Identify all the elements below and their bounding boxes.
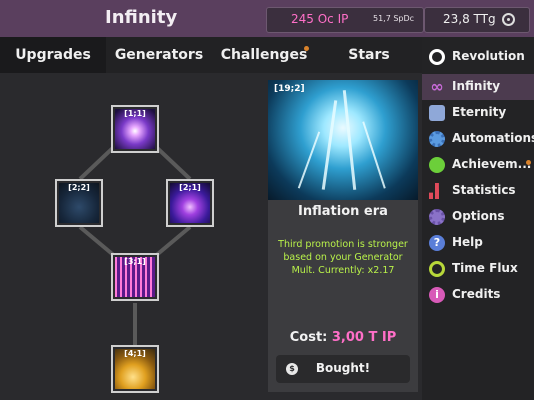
bolt-decor (321, 100, 338, 190)
upgrade-cost: Cost: 3,00 T IP (268, 330, 418, 345)
currency-display-ttg: 23,8 TTg (424, 7, 530, 33)
node-label: [1;1] (124, 109, 146, 118)
node-label: [3;1] (124, 257, 146, 266)
upgrade-node-1-1[interactable]: [1;1] (111, 105, 159, 153)
node-label: [4;1] (124, 349, 146, 358)
question-icon: ? (429, 235, 445, 251)
sidebar-item-infinity[interactable]: ∞ Infinity (422, 74, 534, 100)
upgrade-tree: [1;1] [2;2] [2;1] [3;1] [4;1] (0, 73, 268, 400)
sidebar-item-statistics[interactable]: Statistics (422, 178, 534, 204)
sidebar-item-label: Statistics (452, 183, 516, 197)
sidebar-item-revolution[interactable]: Revolution (422, 44, 534, 70)
cost-label: Cost: (289, 330, 328, 345)
sidebar-item-label: Options (452, 209, 505, 223)
tab-challenges[interactable]: Challenges (212, 37, 316, 73)
node-label: [2;1] (179, 183, 201, 192)
sidebar-item-label: Infinity (452, 79, 501, 93)
sidebar-item-label: Achievem... (452, 157, 532, 171)
sidebar-item-label: Automations (452, 131, 534, 145)
achievements-notification-dot (526, 160, 531, 165)
bolt-decor (362, 121, 386, 189)
info-icon: i (429, 287, 445, 303)
bought-button[interactable]: $ Bought! (276, 355, 410, 383)
upgrade-detail-panel: [19;2] Inflation era Third promotion is … (268, 80, 418, 392)
tab-upgrades[interactable]: Upgrades (0, 37, 106, 73)
upgrade-node-4-1[interactable]: [4;1] (111, 345, 159, 393)
ip-amount: 245 Oc IP (291, 12, 349, 26)
sidebar-item-label: Credits (452, 287, 501, 301)
sidebar-item-eternity[interactable]: Eternity (422, 100, 534, 126)
page-title: Infinity (105, 7, 178, 28)
upgrade-node-3-1[interactable]: [3;1] (111, 253, 159, 301)
bought-button-label: Bought! (315, 361, 371, 375)
tab-stars[interactable]: Stars (316, 37, 422, 73)
robot-icon (429, 105, 445, 121)
bolt-decor (342, 90, 357, 190)
sidebar-item-label: Eternity (452, 105, 507, 119)
sidebar-item-help[interactable]: ? Help (422, 230, 534, 256)
upgrade-node-2-2[interactable]: [2;2] (55, 179, 103, 227)
cog-icon (429, 209, 445, 225)
upgrade-title: Inflation era (298, 204, 388, 219)
sidebar-item-label: Revolution (452, 49, 525, 63)
bar-chart-icon (429, 183, 441, 199)
bolt-decor (297, 131, 321, 189)
infinity-icon: ∞ (430, 77, 444, 96)
gear-icon (429, 131, 445, 147)
top-bar: Infinity 245 Oc IP 51,7 SpDc 23,8 TTg (0, 0, 534, 37)
sidebar-item-automations[interactable]: Automations (422, 126, 534, 152)
sidebar-item-time-flux[interactable]: Time Flux (422, 256, 534, 282)
challenges-notification-dot (304, 46, 309, 51)
node-label: [2;2] (68, 183, 90, 192)
ttg-amount: 23,8 TTg (443, 12, 496, 26)
upgrade-node-2-1[interactable]: [2;1] (166, 179, 214, 227)
currency-display-ip: 245 Oc IP 51,7 SpDc (266, 7, 424, 33)
sidebar-item-label: Help (452, 235, 483, 249)
upgrade-coordinate-tag: [19;2] (274, 84, 305, 94)
sidebar-item-options[interactable]: Options (422, 204, 534, 230)
cost-value: 3,00 T IP (331, 330, 397, 345)
lightning-art-image: [19;2] (268, 80, 418, 200)
stopwatch-icon (429, 261, 445, 277)
sidebar-nav: Revolution ∞ Infinity Eternity Automatio… (422, 37, 534, 400)
sidebar-item-achievements[interactable]: Achievem... (422, 152, 534, 178)
target-icon (429, 49, 445, 65)
medal-icon (429, 157, 445, 173)
sidebar-item-credits[interactable]: i Credits (422, 282, 534, 308)
sidebar-item-label: Time Flux (452, 261, 518, 275)
spdc-amount: 51,7 SpDc (373, 14, 415, 23)
ttg-currency-icon (502, 13, 515, 26)
upgrade-description: Third promotion is stronger based on you… (278, 239, 408, 276)
tab-generators[interactable]: Generators (106, 37, 212, 73)
tab-bar: Upgrades Generators Challenges Stars (0, 37, 422, 73)
